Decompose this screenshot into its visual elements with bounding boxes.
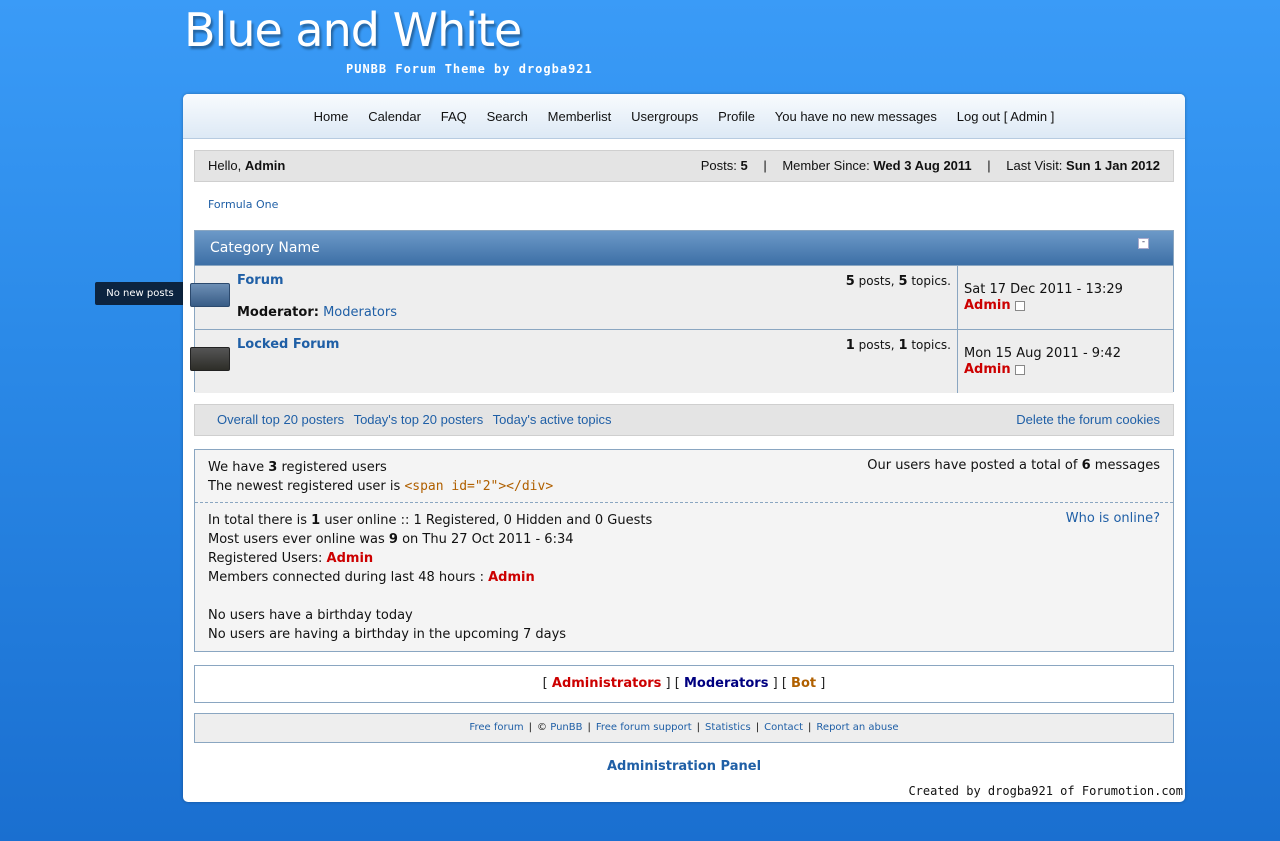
last-post-date: Sat 17 Dec 2011 - 13:29 xyxy=(964,282,1123,297)
birthday-today: No users have a birthday today xyxy=(208,608,413,623)
who-is-online-link[interactable]: Who is online? xyxy=(1066,511,1160,526)
forum-last-post: Sat 17 Dec 2011 - 13:29 Admin xyxy=(964,282,1123,314)
online-user-link[interactable]: Admin xyxy=(327,551,374,566)
no-new-posts-tooltip: No new posts xyxy=(95,282,191,305)
most-users-online: Most users ever online was 9 on Thu 27 O… xyxy=(208,532,574,547)
footer-links: Free forum | © PunBB | Free forum support | St… xyxy=(194,713,1174,743)
minimize-icon[interactable]: - xyxy=(1138,238,1149,249)
group-legend: [ Administrators ] [ Moderators ] [ Bot … xyxy=(194,665,1174,703)
site-logo-title: Blue and White xyxy=(184,3,522,57)
copyright-icon: © xyxy=(537,722,548,733)
nav-bar: Home Calendar FAQ Search Memberlist User… xyxy=(183,94,1185,139)
free-forum-link[interactable]: Free forum xyxy=(469,722,523,733)
last-visit-label: Last Visit: xyxy=(1006,158,1063,173)
category-name: Category Name xyxy=(210,240,320,256)
statistics-link[interactable]: Statistics xyxy=(705,722,751,733)
goto-last-post-icon[interactable] xyxy=(1014,300,1025,311)
site-logo-subtitle: PUNBB Forum Theme by drogba921 xyxy=(346,62,593,76)
today-active-topics-link[interactable]: Today's active topics xyxy=(493,412,612,427)
newest-user: The newest registered user is <span id="… xyxy=(208,479,554,494)
nav-usergroups[interactable]: Usergroups xyxy=(631,109,698,124)
moderators-group-link[interactable]: Moderators xyxy=(684,676,768,691)
nav-search[interactable]: Search xyxy=(487,109,528,124)
created-by-credit: Created by drogba921 of Forumotion.com xyxy=(908,784,1183,798)
contact-link[interactable]: Contact xyxy=(764,722,803,733)
breadcrumb[interactable]: Formula One xyxy=(208,198,278,211)
nav-logout[interactable]: Log out [ Admin ] xyxy=(957,109,1055,124)
forum-statistics: We have 3 registered users The newest re… xyxy=(194,449,1174,652)
user-info-bar: Hello, Admin Posts: 5 | Member Since: We… xyxy=(194,150,1174,182)
nav-home[interactable]: Home xyxy=(314,109,349,124)
last-post-date: Mon 15 Aug 2011 - 9:42 xyxy=(964,346,1121,361)
administrators-group-link[interactable]: Administrators xyxy=(552,676,662,691)
forum-last-post: Mon 15 Aug 2011 - 9:42 Admin xyxy=(964,346,1121,378)
punbb-link[interactable]: PunBB xyxy=(550,722,582,733)
nav-calendar[interactable]: Calendar xyxy=(368,109,421,124)
nav-faq[interactable]: FAQ xyxy=(441,109,467,124)
birthday-upcoming: No users are having a birthday in the up… xyxy=(208,627,567,642)
forum-stats: 1 posts, 1 topics. xyxy=(845,338,951,353)
forum-support-link[interactable]: Free forum support xyxy=(596,722,692,733)
current-username: Admin xyxy=(244,158,286,173)
users-online: In total there is 1 user online :: 1 Reg… xyxy=(208,513,653,528)
total-messages: Our users have posted a total of 6 messa… xyxy=(867,458,1160,473)
last-post-user[interactable]: Admin xyxy=(964,362,1011,377)
forum-title-link[interactable]: Forum xyxy=(237,273,284,288)
forum-locked-icon xyxy=(190,347,230,371)
registered-users-count: We have 3 registered users xyxy=(208,460,387,475)
forum-no-new-posts-icon xyxy=(190,283,230,307)
category-block: Category Name - Forum 5 posts, 5 topics.… xyxy=(190,230,1174,393)
forum-moderator: Moderator: Moderators xyxy=(237,305,397,320)
quick-links-bar: Overall top 20 posters Today's top 20 po… xyxy=(194,404,1174,436)
nav-memberlist[interactable]: Memberlist xyxy=(548,109,612,124)
last-post-user[interactable]: Admin xyxy=(964,298,1011,313)
posts-count: 5 xyxy=(740,158,748,173)
forum-row: Locked Forum 1 posts, 1 topics. Mon 15 A… xyxy=(190,329,1173,393)
last-visit-value: Sun 1 Jan 2012 xyxy=(1066,158,1160,173)
moderators-link[interactable]: Moderators xyxy=(323,305,397,320)
registered-users-online: Registered Users: Admin xyxy=(208,551,374,566)
bot-group-link[interactable]: Bot xyxy=(791,676,816,691)
member-since-value: Wed 3 Aug 2011 xyxy=(873,158,972,173)
main-wrapper: Home Calendar FAQ Search Memberlist User… xyxy=(183,94,1185,802)
nav-messages[interactable]: You have no new messages xyxy=(775,109,937,124)
forum-title-link[interactable]: Locked Forum xyxy=(237,337,339,352)
member-since-label: Member Since: xyxy=(782,158,870,173)
delete-cookies-link[interactable]: Delete the forum cookies xyxy=(1016,405,1160,435)
forum-stats: 5 posts, 5 topics. xyxy=(845,274,951,289)
connected-user-link[interactable]: Admin xyxy=(488,570,535,585)
overall-top-posters-link[interactable]: Overall top 20 posters xyxy=(217,412,344,427)
category-header: Category Name - xyxy=(195,231,1173,265)
nav-profile[interactable]: Profile xyxy=(718,109,755,124)
administration-panel-link[interactable]: Administration Panel xyxy=(183,759,1185,774)
today-top-posters-link[interactable]: Today's top 20 posters xyxy=(354,412,484,427)
posts-label: Posts: xyxy=(700,158,737,173)
members-connected: Members connected during last 48 hours :… xyxy=(208,570,535,585)
forum-row: Forum 5 posts, 5 topics. Moderator: Mode… xyxy=(190,265,1173,329)
report-abuse-link[interactable]: Report an abuse xyxy=(816,722,898,733)
goto-last-post-icon[interactable] xyxy=(1014,364,1025,375)
hello-label: Hello, xyxy=(208,158,242,173)
